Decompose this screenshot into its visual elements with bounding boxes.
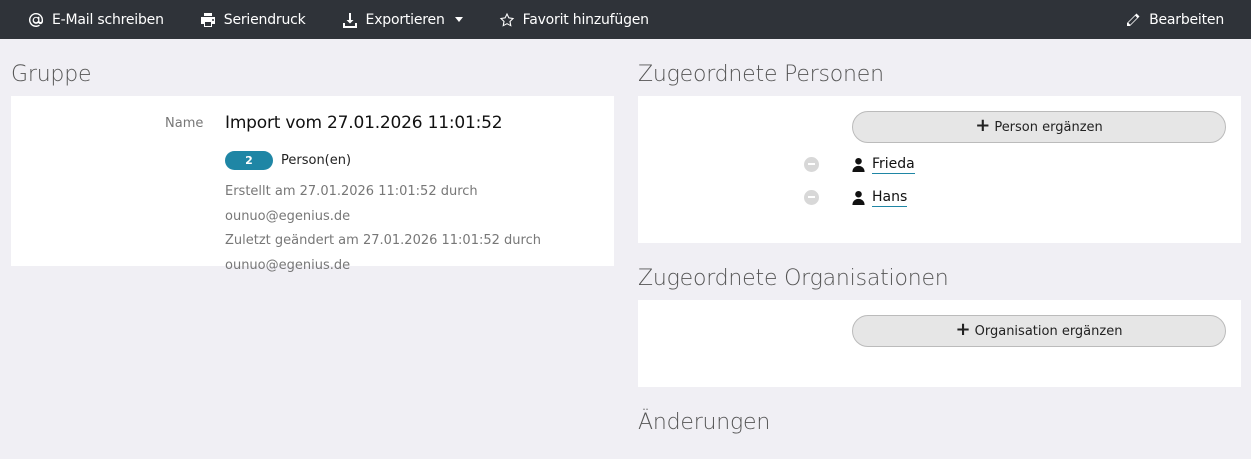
orgs-card: + Organisation ergänzen	[638, 300, 1241, 387]
pencil-icon	[1127, 13, 1140, 26]
email-button[interactable]: E-Mail schreiben	[28, 12, 164, 28]
group-name: Import vom 27.01.2026 11:01:52	[225, 113, 503, 133]
add-organisation-label: Organisation ergänzen	[974, 323, 1123, 339]
add-person-label: Person ergänzen	[994, 119, 1103, 135]
count-badge: 2	[225, 151, 273, 170]
persons-section-title: Zugeordnete Personen	[638, 62, 884, 87]
download-icon	[342, 12, 357, 28]
chevron-down-icon	[454, 17, 463, 22]
group-card: Name Import vom 27.01.2026 11:01:52 2 Pe…	[11, 96, 614, 273]
at-sign-icon	[28, 12, 43, 27]
export-dropdown[interactable]: Exportieren	[342, 12, 463, 28]
name-label: Name	[165, 116, 204, 131]
favorite-label: Favorit hinzufügen	[522, 11, 649, 28]
group-section-title: Gruppe	[11, 62, 92, 87]
email-label: E-Mail schreiben	[52, 11, 164, 28]
edit-label: Bearbeiten	[1149, 11, 1224, 28]
user-icon	[852, 157, 865, 172]
changes-section-title: Änderungen	[638, 410, 771, 435]
plus-icon: +	[975, 115, 991, 136]
created-info: Erstellt am 27.01.2026 11:01:52 durch ou…	[225, 184, 478, 224]
star-icon	[499, 12, 514, 27]
favorite-button[interactable]: Favorit hinzufügen	[499, 12, 649, 28]
edit-button[interactable]: Bearbeiten	[1125, 12, 1224, 28]
remove-icon[interactable]	[804, 189, 819, 205]
left-column: Gruppe Name Import vom 27.01.2026 11:01:…	[11, 39, 614, 273]
printer-icon	[200, 12, 215, 27]
orgs-section-title: Zugeordnete Organisationen	[638, 266, 949, 291]
persons-card: + Person ergänzen Frieda Hans	[638, 96, 1241, 243]
print-button[interactable]: Seriendruck	[200, 12, 306, 28]
export-label: Exportieren	[365, 11, 445, 28]
list-item: Frieda	[804, 153, 915, 175]
person-link[interactable]: Hans	[872, 188, 908, 207]
add-person-button[interactable]: + Person ergänzen	[852, 111, 1226, 143]
audit-info: Erstellt am 27.01.2026 11:01:52 durch ou…	[225, 180, 585, 278]
remove-icon[interactable]	[804, 156, 819, 172]
user-icon	[852, 190, 865, 205]
toolbar: E-Mail schreiben Seriendruck Exportieren…	[0, 0, 1251, 39]
add-organisation-button[interactable]: + Organisation ergänzen	[852, 315, 1226, 347]
count-label: Person(en)	[281, 153, 352, 168]
modified-info: Zuletzt geändert am 27.01.2026 11:01:52 …	[225, 233, 541, 273]
person-count: 2 Person(en)	[225, 151, 351, 170]
print-label: Seriendruck	[223, 11, 306, 28]
person-link[interactable]: Frieda	[872, 155, 915, 174]
plus-icon: +	[955, 319, 971, 340]
list-item: Hans	[804, 186, 908, 208]
right-column: Zugeordnete Personen + Person ergänzen F…	[638, 39, 1241, 444]
